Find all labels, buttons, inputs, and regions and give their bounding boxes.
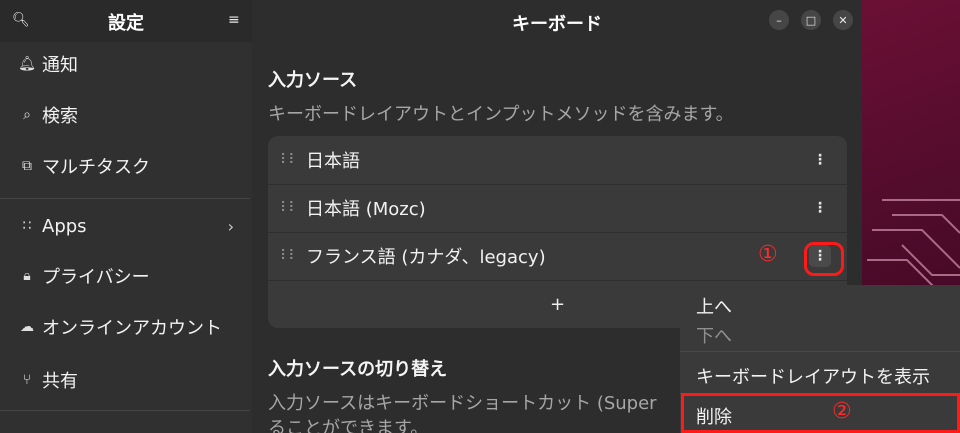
sidebar-item-label: 共有 — [42, 371, 78, 392]
input-source-name: フランス語 (カナダ、legacy) — [306, 247, 546, 268]
maximize-icon: □ — [805, 13, 817, 27]
minimize-icon: – — [776, 13, 782, 27]
sidebar-item-online-accounts[interactable]: ☁︎ オンラインアカウント — [0, 302, 252, 352]
menu-divider — [680, 351, 960, 352]
move-down-item: 下へ — [696, 326, 732, 347]
input-sources-heading: 入力ソース — [268, 70, 358, 91]
sidebar: 🔍︎ 設定 ≡ 🔔︎ 通知 ⌕ 検索 ⧉ マルチタスク ∷ Apps › 🔒︎ … — [0, 0, 252, 433]
more-options-button[interactable]: ⋮ — [809, 197, 831, 219]
annotation-highlight — [681, 393, 960, 433]
sidebar-divider — [0, 198, 250, 199]
move-up-item[interactable]: 上へ — [696, 293, 732, 319]
close-icon: ✕ — [838, 13, 848, 27]
input-sources-description: キーボードレイアウトとインプットメソッドを含みます。 — [268, 104, 734, 125]
hamburger-menu-icon[interactable]: ≡ — [228, 12, 240, 28]
share-icon: ⑂ — [22, 372, 32, 388]
bell-icon: 🔔︎ — [18, 56, 36, 72]
annotation-step-2: ② — [832, 399, 852, 424]
sidebar-item-label: 検索 — [42, 106, 78, 127]
sidebar-item-multitasking[interactable]: ⧉ マルチタスク — [0, 141, 252, 191]
sidebar-item-label: オンラインアカウント — [42, 318, 222, 339]
multitasking-icon: ⧉ — [22, 158, 32, 174]
sidebar-item-label: プライバシー — [42, 267, 150, 288]
lock-icon: 🔒︎ — [23, 268, 31, 284]
input-source-name: 日本語 (Mozc) — [306, 199, 426, 220]
apps-grid-icon: ∷ — [22, 218, 32, 234]
sidebar-item-label: Apps — [42, 215, 87, 237]
drag-handle-icon[interactable]: ⠇⠇ — [280, 200, 299, 216]
sidebar-item-apps[interactable]: ∷ Apps › — [0, 201, 252, 251]
more-options-button[interactable]: ⋮ — [809, 149, 831, 171]
sidebar-divider — [0, 410, 250, 411]
sidebar-item-label: 通知 — [42, 55, 78, 76]
annotation-step-1: ① — [758, 242, 778, 267]
sidebar-item-sharing[interactable]: ⑂ 共有 — [0, 355, 252, 405]
drag-handle-icon[interactable]: ⠇⠇ — [280, 152, 299, 168]
sidebar-item-privacy[interactable]: 🔒︎ プライバシー — [0, 251, 252, 301]
chevron-right-icon: › — [227, 216, 234, 236]
list-item[interactable]: ⠇⠇ 日本語 ⋮ — [268, 136, 847, 184]
sidebar-item-label: マルチタスク — [42, 157, 150, 178]
drag-handle-icon[interactable]: ⠇⠇ — [280, 248, 299, 264]
maximize-button[interactable]: □ — [801, 10, 821, 30]
show-keyboard-layout-item[interactable]: キーボードレイアウトを表示 — [696, 363, 930, 389]
sidebar-header: 🔍︎ 設定 ≡ — [0, 0, 252, 42]
sidebar-item-search[interactable]: ⌕ 検索 — [0, 90, 252, 140]
minimize-button[interactable]: – — [769, 10, 789, 30]
list-item[interactable]: ⠇⠇ 日本語 (Mozc) ⋮ — [268, 184, 847, 232]
sidebar-title: 設定 — [108, 13, 144, 34]
switching-description: 入力ソースはキーボードショートカット (Super — [268, 393, 657, 414]
annotation-highlight — [804, 242, 844, 276]
cloud-icon: ☁︎ — [20, 319, 34, 335]
sidebar-item-notifications[interactable]: 🔔︎ 通知 — [0, 39, 252, 89]
switching-description-continued: ることができます。 — [268, 418, 429, 433]
search-icon: ⌕ — [23, 107, 31, 123]
input-source-name: 日本語 — [306, 151, 360, 172]
switching-heading: 入力ソースの切り替え — [268, 359, 448, 380]
close-button[interactable]: ✕ — [833, 10, 853, 30]
